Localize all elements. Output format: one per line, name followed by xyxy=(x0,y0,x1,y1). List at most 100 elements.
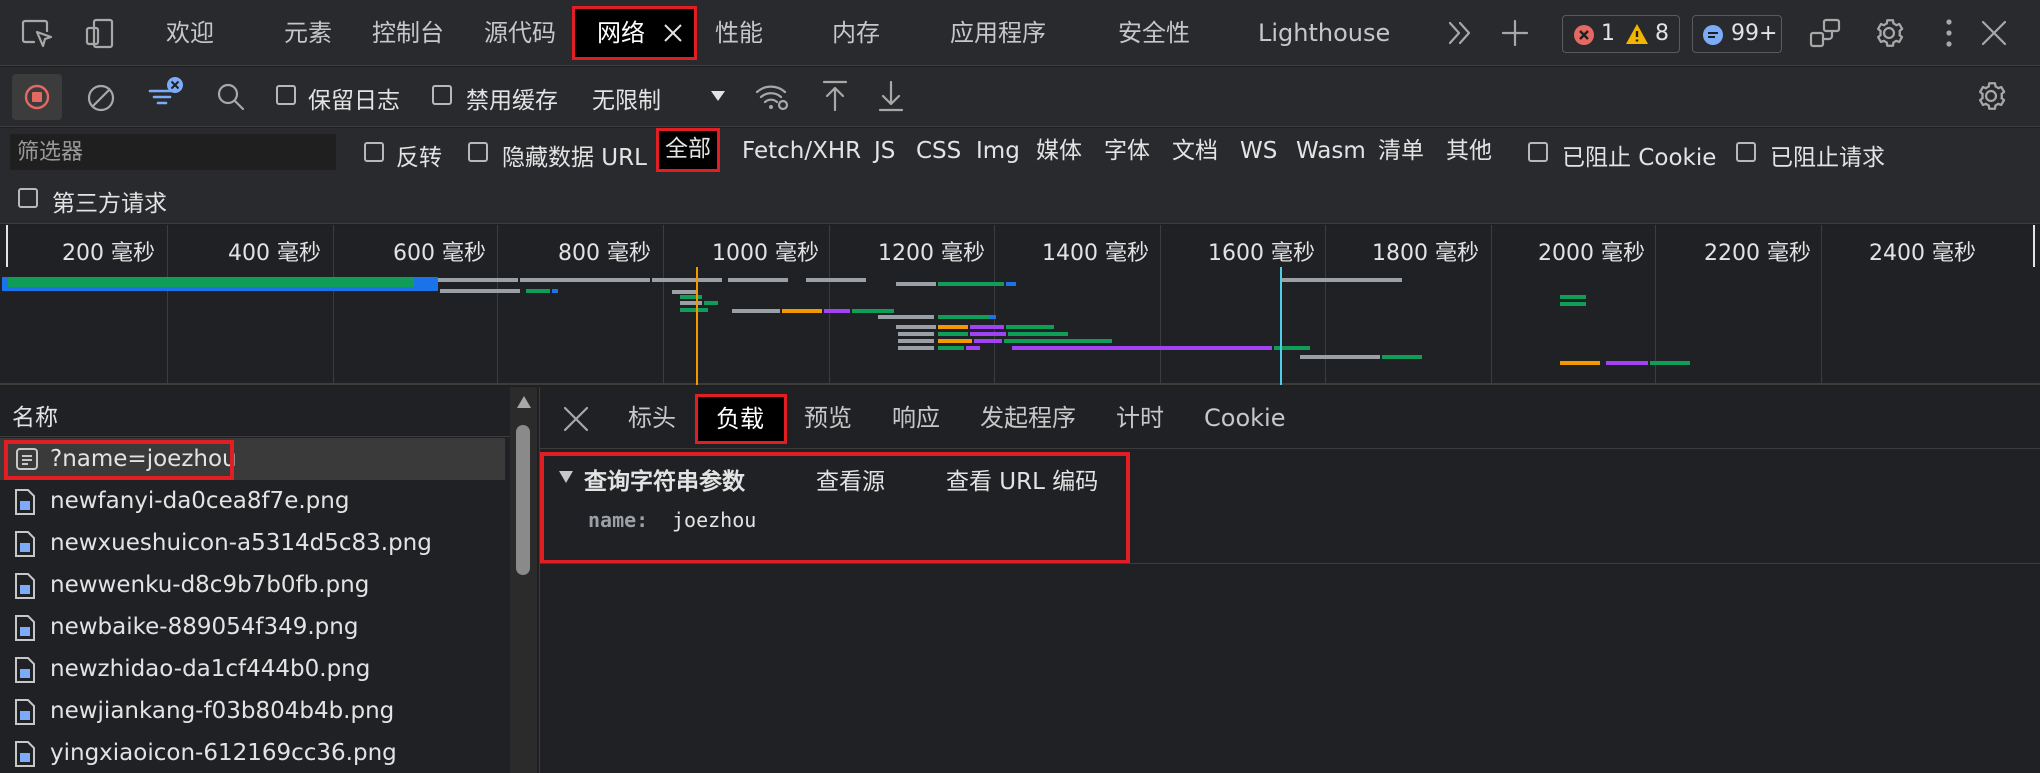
type-filter-js[interactable]: JS xyxy=(874,130,895,172)
image-file-icon xyxy=(14,698,36,726)
request-name: newfanyi-da0cea8f7e.png xyxy=(50,488,350,514)
invert-checkbox[interactable] xyxy=(364,142,384,162)
tab-security[interactable]: 安全性 xyxy=(1118,0,1190,66)
more-options-vertical-dots-icon[interactable] xyxy=(1943,17,1955,49)
timeline-request-bar xyxy=(1606,361,1648,365)
filter-input[interactable] xyxy=(10,134,336,170)
timeline-request-bar xyxy=(1004,339,1112,343)
network-settings-gear-icon[interactable] xyxy=(1974,79,2008,113)
type-filter-all[interactable]: 全部 xyxy=(656,128,720,172)
third-party-checkbox[interactable] xyxy=(18,188,38,208)
tab-payload[interactable]: 负载 xyxy=(695,394,787,444)
query-string-title[interactable]: 查询字符串参数 xyxy=(584,462,745,496)
tab-response[interactable]: 响应 xyxy=(892,387,940,449)
tab-network[interactable]: 网络 xyxy=(572,6,697,60)
timeline-request-bar xyxy=(938,346,964,350)
tab-elements[interactable]: 元素 xyxy=(284,0,332,66)
expand-triangle-icon[interactable] xyxy=(558,470,574,484)
device-emulation-icon[interactable] xyxy=(84,18,118,50)
timeline-request-bar xyxy=(1382,355,1422,359)
type-filter-wasm[interactable]: Wasm xyxy=(1296,130,1366,172)
timeline-request-bar xyxy=(8,277,74,287)
network-conditions-wifi-icon[interactable] xyxy=(754,81,790,113)
view-url-encoded-link[interactable]: 查看 URL 编码 xyxy=(946,462,1098,496)
request-row[interactable]: newwenku-d8c9b7b0fb.png xyxy=(0,564,505,606)
more-tabs-chevron-icon[interactable] xyxy=(1446,20,1474,46)
warning-icon xyxy=(1625,23,1649,45)
detail-tab-bar: 标头 负载 预览 响应 发起程序 计时 Cookie xyxy=(540,387,2040,449)
tab-lighthouse[interactable]: Lighthouse xyxy=(1258,0,1390,66)
timeline-request-bar xyxy=(990,315,996,319)
name-column-header[interactable]: 名称 xyxy=(0,387,510,437)
tab-console[interactable]: 控制台 xyxy=(372,0,444,66)
export-har-download-icon[interactable] xyxy=(876,79,906,113)
section-divider xyxy=(540,563,2040,564)
request-list-scrollbar[interactable] xyxy=(510,387,537,773)
type-filter-font[interactable]: 字体 xyxy=(1104,130,1150,172)
request-row[interactable]: newzhidao-da1cf444b0.png xyxy=(0,648,505,690)
network-overview-timeline[interactable]: 200 毫秒 400 毫秒 600 毫秒 800 毫秒 1000 毫秒 1200 毫秒 14… xyxy=(0,225,2040,385)
blocked-requests-checkbox[interactable] xyxy=(1736,142,1756,162)
messages-badge[interactable]: 99+ xyxy=(1692,15,1782,53)
timeline-request-bar xyxy=(1560,295,1586,299)
tab-timing[interactable]: 计时 xyxy=(1116,387,1164,449)
timeline-request-bar xyxy=(552,289,558,293)
scroll-up-arrow-icon[interactable] xyxy=(516,395,532,409)
tab-sources[interactable]: 源代码 xyxy=(484,0,556,66)
tab-headers[interactable]: 标头 xyxy=(628,387,676,449)
type-filter-other[interactable]: 其他 xyxy=(1446,130,1492,172)
customize-connect-icon[interactable] xyxy=(1808,17,1842,49)
timeline-request-bar xyxy=(1012,346,1272,350)
close-devtools-icon[interactable] xyxy=(1980,19,2008,47)
clear-log-icon[interactable] xyxy=(86,83,116,113)
view-source-link[interactable]: 查看源 xyxy=(816,462,885,496)
timeline-bars xyxy=(2,267,1690,385)
tab-initiator[interactable]: 发起程序 xyxy=(980,387,1076,449)
timeline-request-bar xyxy=(1006,282,1016,286)
scrollbar-thumb[interactable] xyxy=(516,425,530,575)
tab-welcome[interactable]: 欢迎 xyxy=(166,0,214,66)
import-har-upload-icon[interactable] xyxy=(820,79,850,113)
type-filter-css[interactable]: CSS xyxy=(916,130,961,172)
request-row[interactable]: newjiankang-f03b804b4b.png xyxy=(0,690,505,732)
param-value: joezhou xyxy=(672,508,757,532)
tab-preview[interactable]: 预览 xyxy=(804,387,852,449)
type-filter-doc[interactable]: 文档 xyxy=(1172,130,1218,172)
type-filter-ws[interactable]: WS xyxy=(1240,130,1277,172)
tab-performance[interactable]: 性能 xyxy=(715,0,763,66)
filter-toggle-icon[interactable] xyxy=(146,75,186,115)
timeline-request-bar xyxy=(974,339,1002,343)
timeline-request-bar xyxy=(970,332,1006,336)
type-filter-manifest[interactable]: 清单 xyxy=(1378,130,1424,172)
record-stop-icon xyxy=(24,84,50,110)
inspect-element-icon[interactable] xyxy=(20,18,54,50)
issues-badge[interactable]: 1 8 xyxy=(1562,15,1680,53)
request-row[interactable]: newxueshuicon-a5314d5c83.png xyxy=(0,522,505,564)
blocked-cookies-checkbox[interactable] xyxy=(1528,142,1548,162)
preserve-log-checkbox[interactable] xyxy=(276,85,296,105)
tab-application[interactable]: 应用程序 xyxy=(950,0,1046,66)
settings-gear-icon[interactable] xyxy=(1872,16,1906,50)
close-tab-icon[interactable] xyxy=(663,23,683,43)
request-row[interactable]: ?name=joezhou xyxy=(0,438,505,480)
request-row[interactable]: newfanyi-da0cea8f7e.png xyxy=(0,480,505,522)
tab-cookies[interactable]: Cookie xyxy=(1204,387,1285,449)
timeline-request-bar xyxy=(938,282,1004,286)
throttling-select[interactable]: 无限制 xyxy=(582,73,732,119)
type-filter-fetch-xhr[interactable]: Fetch/XHR xyxy=(742,130,861,172)
type-filter-img[interactable]: Img xyxy=(976,130,1020,172)
hide-data-urls-checkbox[interactable] xyxy=(468,142,488,162)
type-filter-media[interactable]: 媒体 xyxy=(1036,130,1082,172)
add-tab-plus-icon[interactable] xyxy=(1500,18,1530,48)
request-row[interactable]: newbaike-889054f349.png xyxy=(0,606,505,648)
search-icon[interactable] xyxy=(216,82,246,112)
close-detail-icon[interactable] xyxy=(562,405,590,433)
timeline-request-bar xyxy=(680,301,702,305)
tab-memory[interactable]: 内存 xyxy=(832,0,880,66)
timeline-request-bar xyxy=(74,277,414,287)
tab-payload-label: 负载 xyxy=(716,405,764,433)
disable-cache-checkbox[interactable] xyxy=(432,85,452,105)
timeline-request-bar xyxy=(1300,355,1380,359)
record-button[interactable] xyxy=(12,74,62,120)
request-row[interactable]: yingxiaoicon-612169cc36.png xyxy=(0,732,505,773)
